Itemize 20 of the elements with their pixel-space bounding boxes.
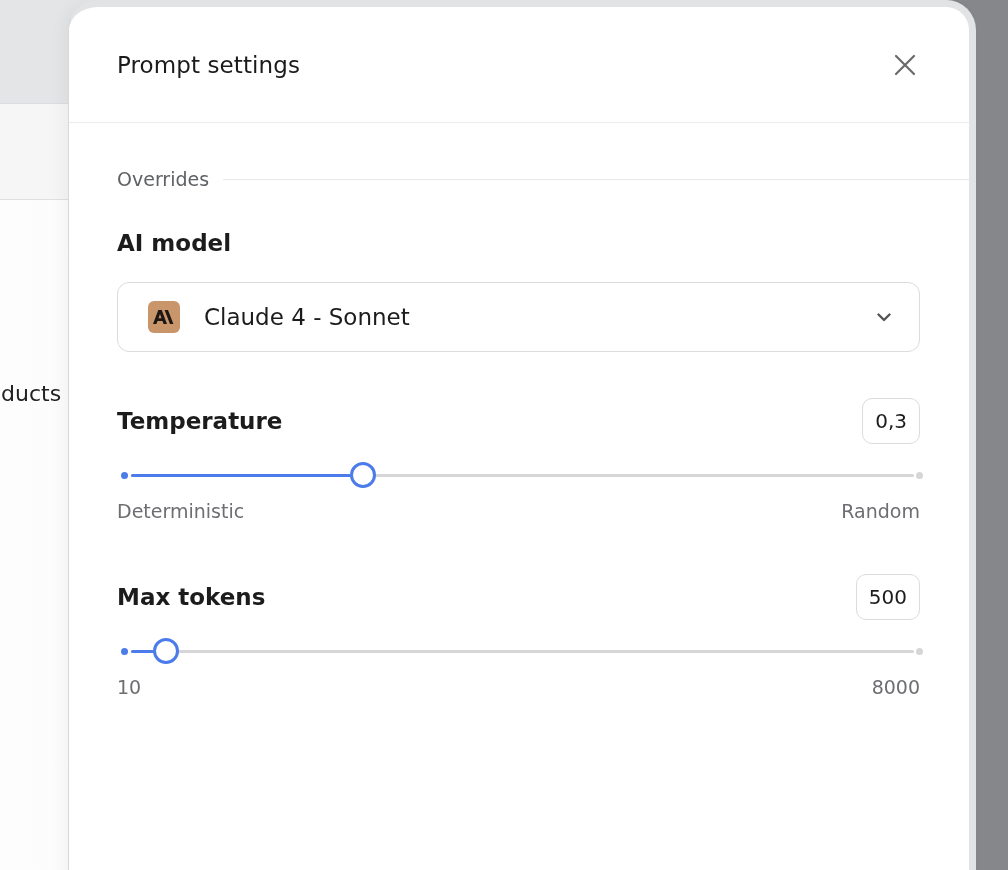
range-min-label: Deterministic <box>117 499 245 523</box>
background-text: ducts <box>1 381 62 406</box>
model-logo-icon <box>148 301 180 333</box>
range-max-label: Random <box>841 499 920 523</box>
field-label: Max tokens <box>117 583 266 612</box>
value-field[interactable]: 0,3 <box>862 398 920 444</box>
slider-thumb[interactable] <box>153 638 180 664</box>
panel-title: Prompt settings <box>117 51 301 78</box>
field-label: Temperature <box>117 407 283 436</box>
slider-thumb[interactable] <box>349 462 376 488</box>
range-min-label: 10 <box>117 675 142 699</box>
field-label: AI model <box>117 229 232 258</box>
track-stop-icon <box>120 471 128 479</box>
track-stop-icon <box>120 647 128 655</box>
chevron-down-icon <box>877 312 891 322</box>
value-field[interactable]: 500 <box>855 574 920 620</box>
close-icon <box>894 53 916 76</box>
range-max-label: 8000 <box>871 675 920 699</box>
section-label: Overrides <box>117 168 210 190</box>
model-select[interactable]: Claude 4 - Sonnet <box>117 282 920 352</box>
